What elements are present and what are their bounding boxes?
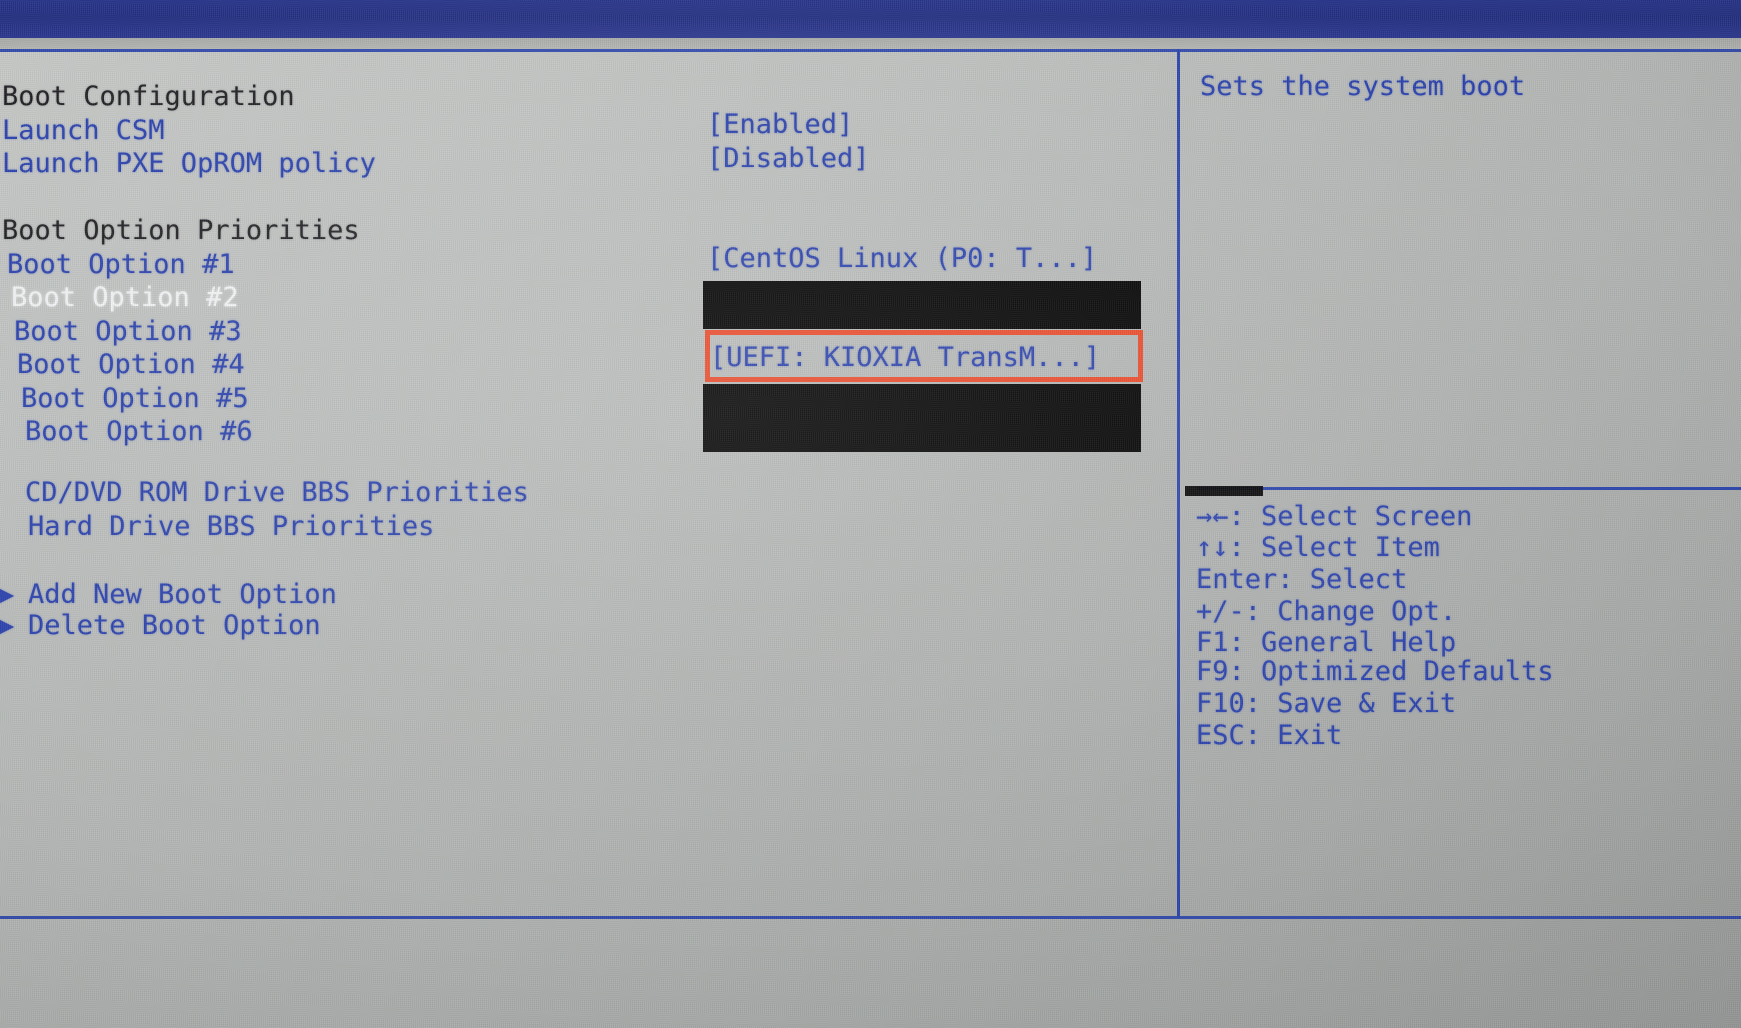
help-panel-divider — [1197, 487, 1741, 490]
tab-bar-underline — [0, 38, 1741, 49]
help-key-enter-select: Enter: Select — [1196, 564, 1408, 595]
add-new-boot-option[interactable]: Add New Boot Option — [28, 581, 337, 608]
bbs-priorities-hard-drive[interactable]: Hard Drive BBS Priorities — [28, 513, 434, 540]
boot-option-priorities-heading: Boot Option Priorities — [2, 215, 360, 246]
help-key-esc-exit: ESC: Exit — [1196, 720, 1343, 751]
boot-option-3-label[interactable]: Boot Option #3 — [14, 318, 242, 345]
boot-option-2-label[interactable]: Boot Option #2 — [11, 284, 239, 311]
redaction-bar-boot-options-2-3 — [703, 281, 1141, 329]
help-key-change-opt: +/-: Change Opt. — [1196, 596, 1457, 627]
setting-label-launch-csm[interactable]: Launch CSM — [2, 117, 165, 144]
help-key-select-screen: →←: Select Screen — [1196, 501, 1473, 532]
boot-option-1-value[interactable]: [CentOS Linux (P0: T...] — [707, 245, 1097, 272]
panel-bottom-border — [0, 916, 1741, 919]
boot-option-4-label[interactable]: Boot Option #4 — [17, 351, 245, 378]
panel-vertical-divider — [1177, 49, 1180, 918]
boot-option-1-label[interactable]: Boot Option #1 — [7, 251, 235, 278]
help-key-save-exit: F10: Save & Exit — [1196, 688, 1457, 719]
bios-tab-bar — [0, 0, 1741, 38]
panel-top-border — [0, 49, 1741, 52]
help-key-general-help: F1: General Help — [1196, 627, 1457, 658]
setting-value-launch-csm[interactable]: [Enabled] — [707, 111, 853, 138]
bios-screen: Main Advanced Boot Security Save & Exit … — [0, 0, 1741, 1028]
highlight-box-uefi-kioxia — [705, 330, 1143, 382]
photo-black-corner-top-right — [1185, 486, 1263, 496]
delete-boot-option[interactable]: Delete Boot Option — [28, 612, 321, 639]
help-key-optimized-defaults: F9: Optimized Defaults — [1196, 656, 1554, 687]
boot-configuration-heading: Boot Configuration — [2, 81, 295, 112]
setting-label-launch-pxe-oprom-policy[interactable]: Launch PXE OpROM policy — [2, 150, 376, 177]
submenu-arrow-icon-delete-boot-option: ▶ — [0, 610, 15, 641]
submenu-arrow-icon-add-new-boot-option: ▶ — [0, 579, 15, 610]
boot-option-6-label[interactable]: Boot Option #6 — [25, 418, 253, 445]
help-description: Sets the system boot — [1200, 71, 1526, 102]
boot-option-5-label[interactable]: Boot Option #5 — [21, 385, 249, 412]
help-key-select-item: ↑↓: Select Item — [1196, 532, 1440, 563]
setting-value-launch-pxe-oprom-policy[interactable]: [Disabled] — [707, 145, 870, 172]
bbs-priorities-cddvd[interactable]: CD/DVD ROM Drive BBS Priorities — [25, 479, 529, 506]
redaction-bar-boot-options-5-6 — [703, 384, 1141, 452]
